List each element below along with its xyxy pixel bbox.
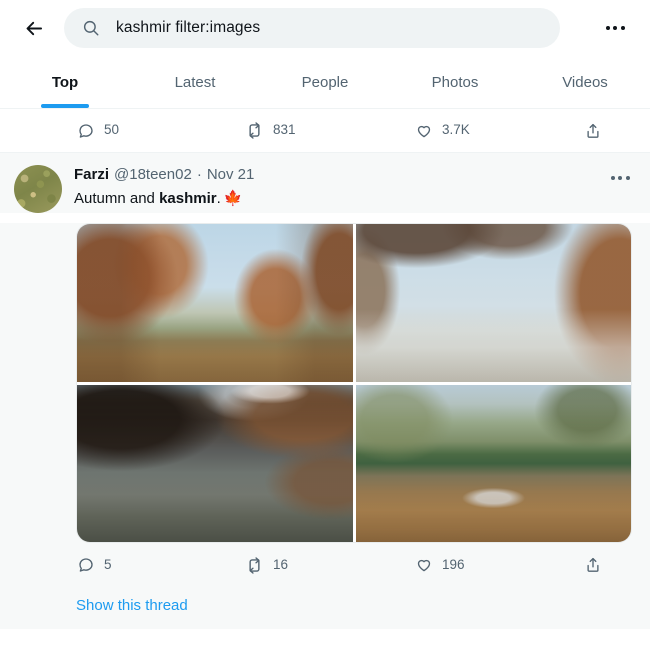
twitter-search-results: Top Latest People Photos Videos 50	[0, 0, 650, 654]
tweet-date[interactable]: Nov 21	[207, 165, 255, 185]
back-arrow-icon	[26, 21, 42, 35]
photo-hazy-park[interactable]	[355, 224, 631, 382]
text-after: .	[216, 190, 221, 207]
tweet-header: Farzi @18teen02 · Nov 21	[74, 165, 632, 185]
header-more-button[interactable]	[598, 11, 632, 45]
tab-latest[interactable]: Latest	[130, 56, 260, 108]
reply-action[interactable]: 50	[76, 121, 245, 140]
like-count: 196	[442, 556, 465, 572]
tab-label: Top	[51, 73, 79, 91]
photo-autumn-avenue[interactable]	[77, 224, 353, 382]
photo-grid	[76, 223, 632, 543]
show-thread-link[interactable]: Show this thread	[76, 597, 188, 614]
heart-icon	[414, 121, 433, 140]
highlighted-term: kashmir	[159, 190, 217, 207]
tweet-media-container	[0, 223, 650, 543]
previous-tweet-action-bar: 50 831 3.7K	[0, 109, 650, 152]
retweet-icon	[245, 556, 264, 575]
photo-leafy-garden[interactable]	[355, 384, 631, 542]
search-header	[0, 0, 650, 56]
like-count: 3.7K	[442, 122, 470, 138]
tweet-text: Autumn and kashmir. 🍁	[74, 189, 632, 209]
more-horizontal-icon	[610, 176, 630, 180]
heart-icon	[414, 556, 433, 575]
retweet-action[interactable]: 16	[245, 556, 414, 575]
tweet-more-button[interactable]	[606, 167, 634, 189]
share-action[interactable]	[583, 121, 602, 140]
photo-water-reflection[interactable]	[77, 384, 353, 542]
reply-count: 50	[104, 122, 120, 138]
separator: ·	[196, 166, 202, 183]
tab-videos[interactable]: Videos	[520, 56, 650, 108]
retweet-count: 831	[273, 122, 296, 138]
share-action[interactable]	[583, 556, 602, 575]
tab-label: People	[301, 73, 349, 91]
reply-action[interactable]: 5	[76, 556, 245, 575]
tweet-action-bar: 5 16 196	[0, 543, 650, 587]
retweet-count: 16	[273, 556, 289, 572]
display-name[interactable]: Farzi	[74, 165, 109, 185]
user-handle[interactable]: @18teen02	[114, 165, 192, 185]
tab-photos[interactable]: Photos	[390, 56, 520, 108]
avatar[interactable]	[14, 165, 62, 213]
back-button[interactable]	[14, 8, 54, 48]
tweet-body: Farzi @18teen02 · Nov 21 Autumn and kash…	[74, 165, 632, 213]
reply-icon	[76, 121, 95, 140]
like-action[interactable]: 196	[414, 556, 583, 575]
tweet-card[interactable]: Farzi @18teen02 · Nov 21 Autumn and kash…	[0, 152, 650, 213]
share-icon	[583, 556, 602, 575]
maple-leaf-icon: 🍁	[223, 190, 243, 207]
reply-count: 5	[104, 556, 112, 572]
show-thread-container: Show this thread	[0, 587, 650, 629]
retweet-action[interactable]: 831	[245, 121, 414, 140]
text-before: Autumn and	[74, 190, 160, 207]
search-tabs: Top Latest People Photos Videos	[0, 56, 650, 109]
tab-label: Videos	[562, 73, 608, 91]
search-input[interactable]	[116, 19, 544, 37]
search-bar[interactable]	[64, 8, 560, 48]
reply-icon	[76, 556, 95, 575]
tab-top[interactable]: Top	[0, 56, 130, 108]
search-icon	[80, 19, 102, 37]
retweet-icon	[245, 121, 264, 140]
tab-people[interactable]: People	[260, 56, 390, 108]
tab-label: Latest	[174, 73, 216, 91]
tab-label: Photos	[431, 73, 479, 91]
share-icon	[583, 121, 602, 140]
more-horizontal-icon	[605, 26, 625, 30]
like-action[interactable]: 3.7K	[414, 121, 583, 140]
